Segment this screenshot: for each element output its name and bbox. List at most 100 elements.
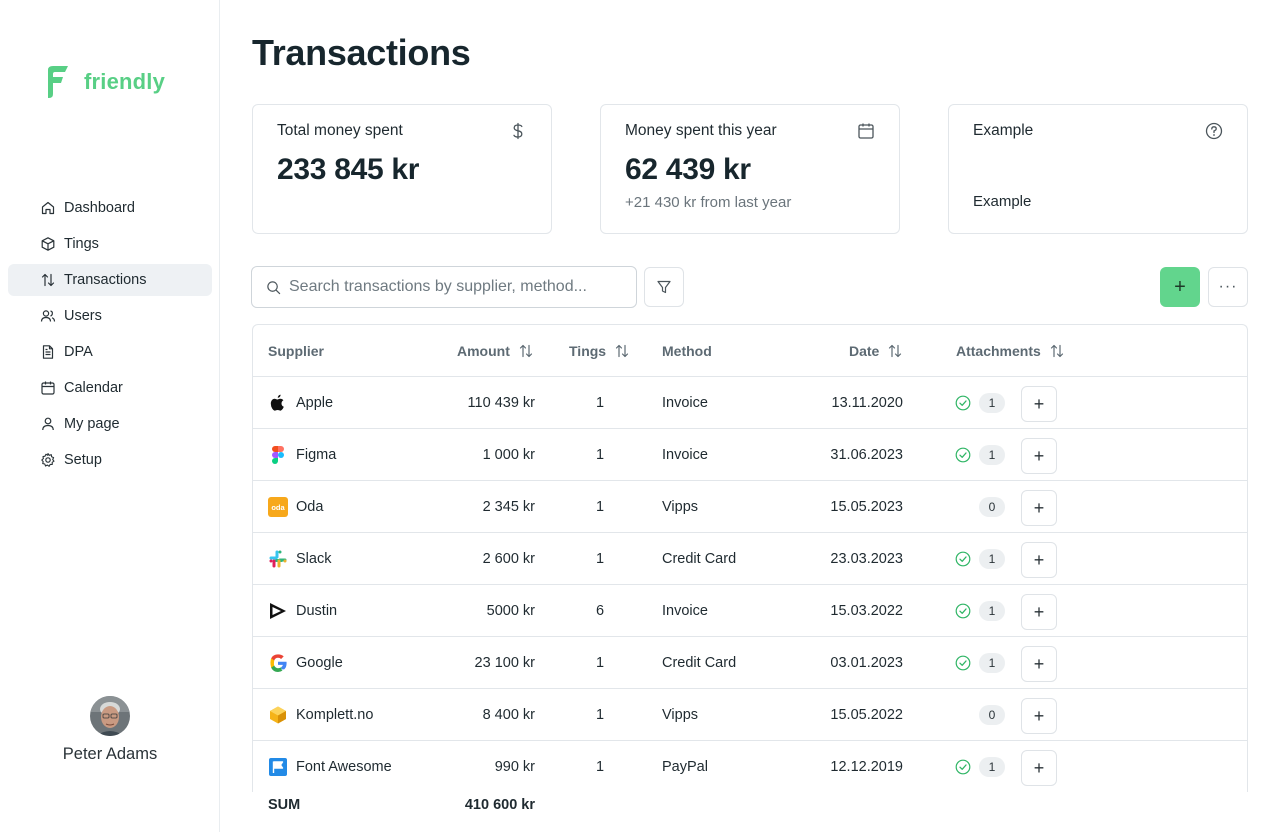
add-attachment-button[interactable]: + (1021, 646, 1057, 682)
figma-logo-icon (272, 446, 284, 464)
table-row[interactable]: Font Awesome 990 kr 1 PayPal 12.12.2019 … (253, 741, 1247, 792)
amount-cell: 2 600 kr (482, 551, 535, 567)
dollar-icon (513, 122, 523, 140)
tings-cell: 6 (595, 603, 605, 619)
add-attachment-button[interactable]: + (1021, 438, 1057, 474)
oda-logo-text: oda (271, 503, 285, 512)
sidebar-item-users[interactable]: Users (8, 300, 212, 332)
supplier-cell: Dustin (268, 585, 337, 637)
column-header-tings[interactable]: Tings (569, 325, 630, 377)
page-title: Transactions (252, 32, 471, 73)
supplier-name: Figma (296, 447, 337, 463)
tings-cell: 1 (595, 551, 605, 567)
date-cell: 23.03.2023 (830, 551, 903, 567)
attachments-cell: 1 (955, 637, 1005, 689)
date-cell: 13.11.2020 (831, 395, 904, 411)
tings-cell: 1 (595, 655, 605, 671)
app-logo[interactable]: friendly (44, 64, 165, 100)
transactions-table: Supplier Amount Tings Method Date Attach… (252, 324, 1248, 792)
card-subtext: +21 430 kr from last year (625, 194, 792, 211)
add-transaction-button[interactable]: + (1160, 267, 1200, 307)
column-header-label: Attachments (956, 343, 1041, 359)
date-cell: 03.01.2023 (830, 655, 903, 671)
column-header-label: Method (662, 343, 712, 359)
attachments-cell: 1 (955, 377, 1005, 429)
stat-card-total-spent: Total money spent 233 845 kr (252, 104, 552, 234)
check-circle-icon (955, 603, 971, 619)
sidebar-item-dpa[interactable]: DPA (8, 336, 212, 368)
sidebar-item-dashboard[interactable]: Dashboard (8, 192, 212, 224)
slack-logo-icon (269, 550, 287, 568)
sidebar-item-tings[interactable]: Tings (8, 228, 212, 260)
supplier-cell: Figma (268, 429, 336, 481)
supplier-name: Slack (296, 551, 332, 567)
sidebar-item-setup[interactable]: Setup (8, 444, 212, 476)
add-attachment-button[interactable]: + (1021, 750, 1057, 786)
method-cell: Invoice (662, 395, 708, 411)
filter-button[interactable] (644, 267, 684, 307)
column-header-date[interactable]: Date (849, 325, 903, 377)
supplier-cell: Slack (268, 533, 331, 585)
check-circle-icon (955, 551, 971, 567)
user-profile[interactable]: Peter Adams (0, 696, 220, 764)
supplier-name: Google (296, 655, 343, 671)
add-attachment-button[interactable]: + (1021, 386, 1057, 422)
home-icon (41, 201, 55, 215)
sort-icon (1050, 344, 1063, 358)
attachment-count: 0 (979, 497, 1005, 517)
user-icon (42, 417, 54, 431)
tings-cell: 1 (595, 395, 605, 411)
attachments-cell: 0 (979, 481, 1005, 533)
add-attachment-button[interactable]: + (1021, 490, 1057, 526)
sort-icon (519, 344, 532, 358)
check-circle-icon (955, 447, 971, 463)
sidebar-item-calendar[interactable]: Calendar (8, 372, 212, 404)
column-header-label: Amount (457, 343, 510, 359)
stat-card-example: Example Example (948, 104, 1248, 234)
sidebar-item-label: Dashboard (64, 200, 135, 216)
search-input[interactable] (289, 278, 629, 296)
document-icon (42, 345, 54, 359)
column-header-attachments[interactable]: Attachments (956, 325, 1065, 377)
amount-cell: 1 000 kr (482, 447, 535, 463)
table-row[interactable]: oda Oda 2 345 kr 1 Vipps 15.05.2023 0 + (253, 481, 1247, 533)
sort-icon (615, 344, 629, 358)
calendar-icon (41, 381, 55, 395)
add-attachment-button[interactable]: + (1021, 698, 1057, 734)
table-row[interactable]: Dustin 5000 kr 6 Invoice 15.03.2022 1 + (253, 585, 1247, 637)
tings-cell: 1 (595, 759, 605, 775)
tings-cell: 1 (595, 707, 605, 723)
amount-cell: 110 439 kr (467, 395, 535, 411)
amount-cell: 8 400 kr (482, 707, 535, 723)
add-attachment-button[interactable]: + (1021, 542, 1057, 578)
table-row[interactable]: Google 23 100 kr 1 Credit Card 03.01.202… (253, 637, 1247, 689)
sidebar-nav: Dashboard Tings Transactions Users DPA C… (8, 192, 212, 480)
amount-cell: 990 kr (494, 759, 535, 775)
table-row[interactable]: Apple 110 439 kr 1 Invoice 13.11.2020 1 … (253, 377, 1247, 429)
sidebar-item-transactions[interactable]: Transactions (8, 264, 212, 296)
more-options-button[interactable]: ··· (1208, 267, 1248, 307)
table-row[interactable]: Figma 1 000 kr 1 Invoice 31.06.2023 1 + (253, 429, 1247, 481)
table-row[interactable]: Slack 2 600 kr 1 Credit Card 23.03.2023 … (253, 533, 1247, 585)
method-cell: Invoice (662, 603, 708, 619)
avatar[interactable] (90, 696, 130, 736)
method-cell: Vipps (662, 707, 699, 723)
attachments-cell: 1 (955, 585, 1005, 637)
attachment-count: 1 (979, 601, 1005, 621)
attachments-cell: 1 (955, 741, 1005, 792)
sidebar-item-label: Users (64, 308, 102, 324)
card-subtext: Example (973, 193, 1032, 210)
komplett-logo-icon (270, 706, 286, 724)
method-cell: Invoice (662, 447, 708, 463)
attachment-count: 0 (979, 705, 1005, 725)
add-attachment-button[interactable]: + (1021, 594, 1057, 630)
column-header-amount[interactable]: Amount (457, 325, 534, 377)
calendar-icon (858, 123, 874, 139)
column-header-method[interactable]: Method (662, 325, 712, 377)
sidebar-item-my-page[interactable]: My page (8, 408, 212, 440)
search-box[interactable] (251, 266, 637, 308)
tings-cell: 1 (595, 447, 605, 463)
table-row[interactable]: Komplett.no 8 400 kr 1 Vipps 15.05.2022 … (253, 689, 1247, 741)
oda-logo-icon: oda (268, 497, 288, 517)
column-header-supplier[interactable]: Supplier (268, 325, 324, 377)
